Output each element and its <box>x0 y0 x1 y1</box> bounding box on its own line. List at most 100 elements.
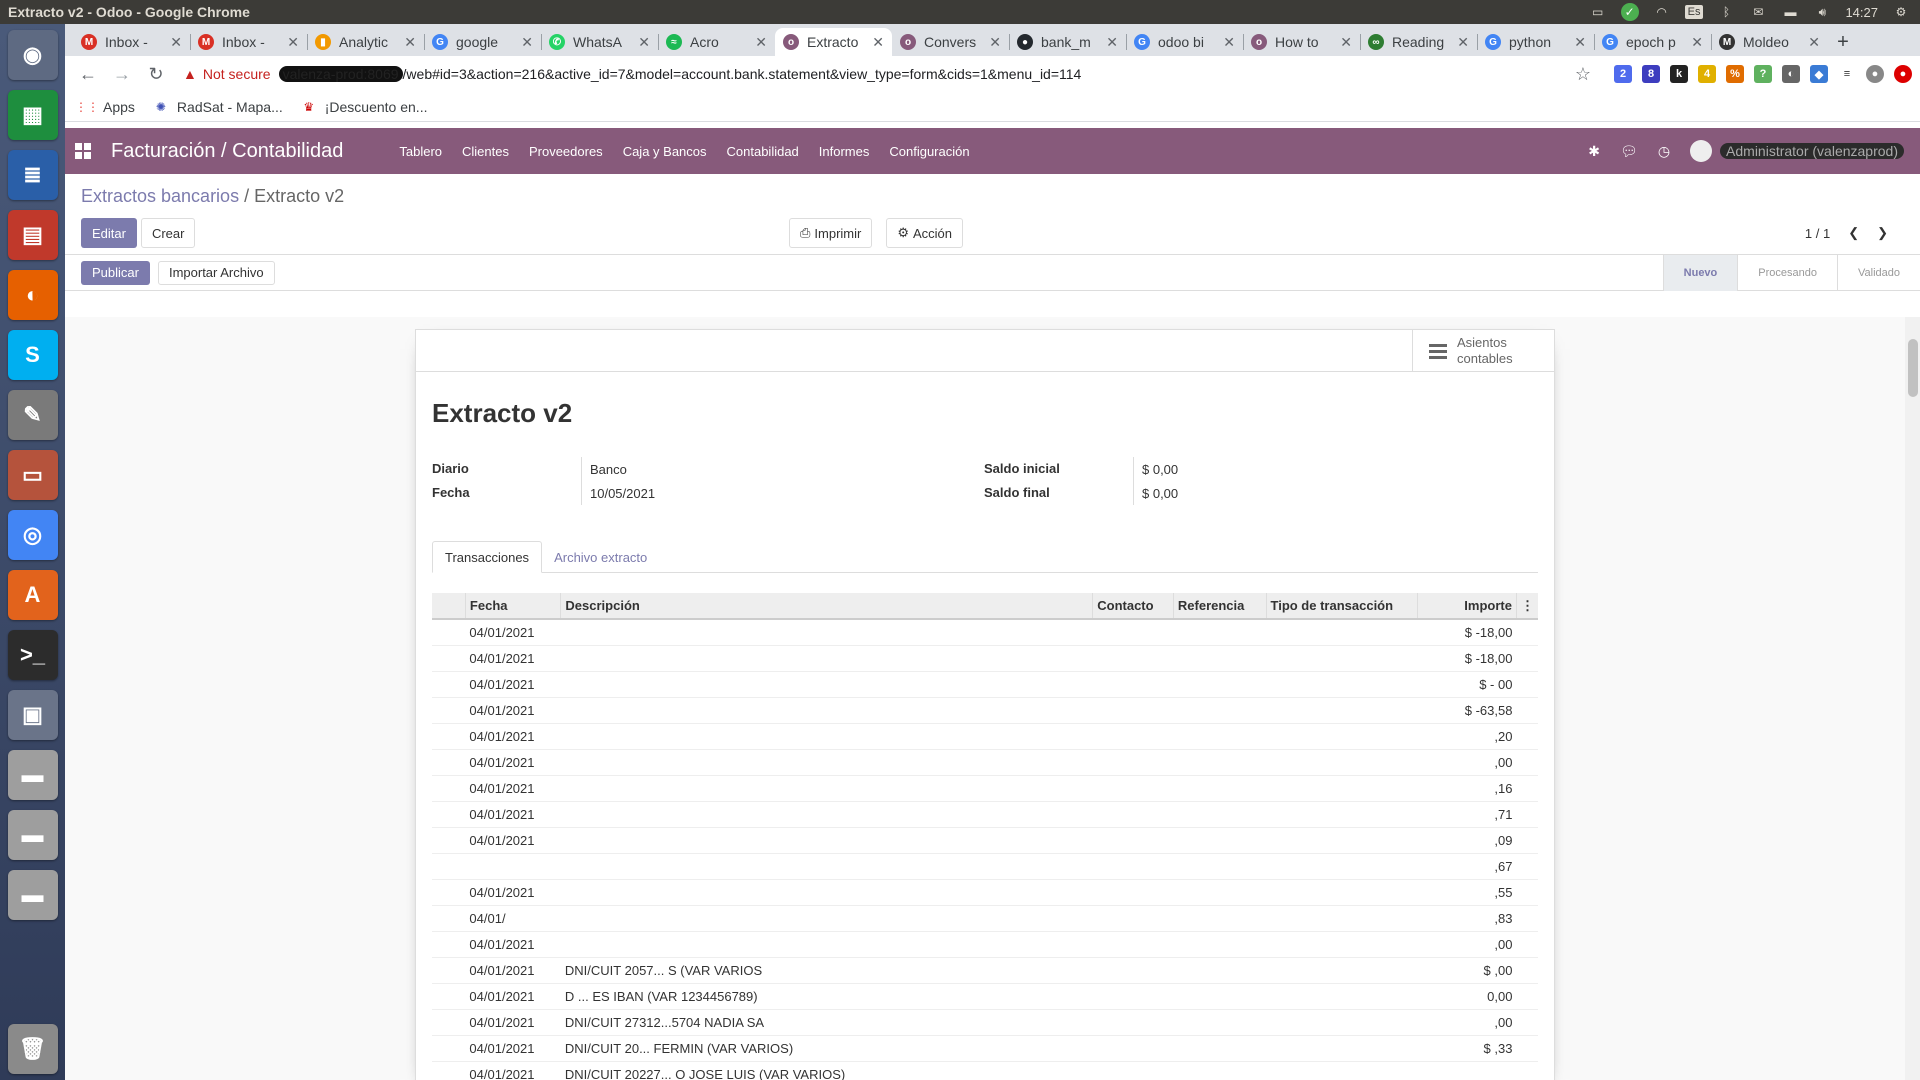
field-value[interactable]: 10/05/2021 <box>582 486 655 501</box>
extension-icon[interactable]: ◆ <box>1810 65 1828 83</box>
close-icon[interactable]: ✕ <box>989 34 1001 51</box>
main-menu-item[interactable]: Contabilidad <box>727 144 799 159</box>
table-row[interactable]: 04/01/2021 DNI/CUIT 20... FERMIN (VAR VAR… <box>432 1035 1538 1062</box>
table-row[interactable]: 04/01/2021 DNI/CUIT 27312...5704 NADIA SA… <box>432 1009 1538 1036</box>
import-file-button[interactable]: Importar Archivo <box>157 260 275 285</box>
table-row[interactable]: 04/01/2021 ,55 <box>432 879 1538 906</box>
browser-tab[interactable]: o How to ✕ <box>1243 28 1360 56</box>
bluetooth-icon[interactable]: ᛒ <box>1717 5 1735 19</box>
table-row[interactable]: 04/01/ ,83 <box>432 905 1538 932</box>
app-brand[interactable]: Facturación / Contabilidad <box>111 140 343 163</box>
dash-icon[interactable]: ◉ <box>7 30 58 80</box>
field-value[interactable]: $ 0,00 <box>1134 462 1178 477</box>
extension-icon[interactable]: 2 <box>1614 65 1632 83</box>
pager-previous-icon[interactable]: ❮ <box>1848 225 1859 241</box>
chrome-icon[interactable]: ◎ <box>7 510 58 560</box>
column-header-contact[interactable]: Contacto <box>1092 593 1174 620</box>
firefox-icon[interactable]: ◐ <box>7 270 58 320</box>
table-row[interactable]: 04/01/2021 $ -63,58 <box>432 697 1538 724</box>
main-menu-item[interactable]: Informes <box>819 144 870 159</box>
action-button[interactable]: ⚙ Acción <box>886 218 964 248</box>
column-header-transaction-type[interactable]: Tipo de transacción <box>1266 593 1418 620</box>
main-menu-item[interactable]: Clientes <box>462 144 509 159</box>
stage-nuevo[interactable]: Nuevo <box>1662 255 1738 291</box>
table-row[interactable]: 04/01/2021 DNI/CUIT 2057... S (VAR VARIOS… <box>432 957 1538 984</box>
terminal-icon[interactable]: >_ <box>7 630 58 680</box>
table-row[interactable]: 04/01/2021 ,00 <box>432 749 1538 776</box>
volume-icon[interactable]: 🔊︎ <box>1813 5 1831 19</box>
column-header-date[interactable]: Fecha <box>465 593 562 620</box>
stage-procesando[interactable]: Procesando <box>1737 255 1837 291</box>
browser-tab[interactable]: o Extracto ✕ <box>775 28 892 56</box>
bookmark-star-icon[interactable]: ☆ <box>1568 59 1598 89</box>
spreadsheet-app-icon[interactable]: ▦ <box>7 90 58 140</box>
update-badge-icon[interactable]: ● <box>1894 65 1912 83</box>
drive-icon[interactable]: ▬ <box>7 870 58 920</box>
scrollbar[interactable] <box>1905 317 1920 1080</box>
create-button[interactable]: Crear <box>140 218 196 248</box>
files-cabinet-icon[interactable]: ▭ <box>7 450 58 500</box>
user-menu[interactable]: Administrator (valenzaprod) <box>1690 140 1904 162</box>
impress-app-icon[interactable]: ▤ <box>7 210 58 260</box>
table-row[interactable]: 04/01/2021 ,00 <box>432 931 1538 958</box>
print-button[interactable]: ⎙ Imprimir <box>789 218 873 248</box>
address-bar[interactable]: ▲ Not secure valenza-prod:8069 /web#id=3… <box>183 60 1564 88</box>
pager-value[interactable]: 1 / 1 <box>1805 226 1830 241</box>
browser-tab[interactable]: ∞ Reading ✕ <box>1360 28 1477 56</box>
forward-icon[interactable]: → <box>107 59 137 89</box>
drive-icon[interactable]: ▬ <box>7 810 58 860</box>
post-button[interactable]: Publicar <box>81 260 150 285</box>
table-row[interactable]: 04/01/2021 ,20 <box>432 723 1538 750</box>
browser-tab[interactable]: Gpython ✕ <box>1477 28 1594 56</box>
browser-tab[interactable]: M Inbox - ✕ <box>190 28 307 56</box>
field-value[interactable]: $ 0,00 <box>1134 486 1178 501</box>
table-row[interactable]: 04/01/2021 DNI/CUIT 20227... O JOSE LUIS … <box>432 1061 1538 1080</box>
column-header-description[interactable]: Descripción <box>560 593 1094 620</box>
settings-gear-icon[interactable]: ⚙ <box>1892 5 1910 19</box>
close-icon[interactable]: ✕ <box>1808 34 1820 51</box>
battery-icon[interactable]: ▬ <box>1781 5 1799 19</box>
table-row[interactable]: 04/01/2021 ,71 <box>432 801 1538 828</box>
writer-app-icon[interactable]: ≣ <box>7 150 58 200</box>
browser-tab[interactable]: o Convers ✕ <box>892 28 1009 56</box>
close-icon[interactable]: ✕ <box>638 34 650 51</box>
main-menu-item[interactable]: Caja y Bancos <box>623 144 707 159</box>
field-value[interactable]: Banco <box>582 462 627 477</box>
close-icon[interactable]: ✕ <box>521 34 533 51</box>
journal-entries-smart-button[interactable]: Asientos contables <box>1412 330 1554 372</box>
close-icon[interactable]: ✕ <box>1574 34 1586 51</box>
extension-icon[interactable]: ? <box>1754 65 1772 83</box>
media-control-icon[interactable]: ≡ <box>1838 65 1856 83</box>
close-icon[interactable]: ✕ <box>170 34 182 51</box>
skype-icon[interactable]: S <box>7 330 58 380</box>
browser-tab[interactable]: M Moldeo ✕ <box>1711 28 1828 56</box>
drive-icon[interactable]: ▬ <box>7 750 58 800</box>
debug-bug-icon[interactable]: ✱ <box>1588 143 1600 160</box>
update-ok-icon[interactable]: ✓ <box>1620 3 1639 21</box>
display-icon[interactable]: ▭ <box>1589 5 1607 19</box>
tab-statement-file[interactable]: Archivo extracto <box>542 541 659 573</box>
bookmark-apps[interactable]: ⋮⋮ Apps <box>75 99 135 115</box>
pager-next-icon[interactable]: ❯ <box>1877 225 1888 241</box>
extension-icon[interactable]: 8 <box>1642 65 1660 83</box>
edit-button[interactable]: Editar <box>81 218 137 248</box>
close-icon[interactable]: ✕ <box>872 34 884 51</box>
main-menu-item[interactable]: Tablero <box>399 144 442 159</box>
trash-icon[interactable]: 🗑︎ <box>7 1024 58 1074</box>
browser-tab[interactable]: Godoo bi ✕ <box>1126 28 1243 56</box>
reload-icon[interactable]: ↻ <box>141 59 171 89</box>
breadcrumb-parent-link[interactable]: Extractos bancarios <box>81 186 239 206</box>
close-icon[interactable]: ✕ <box>1106 34 1118 51</box>
table-row[interactable]: 04/01/2021 ,09 <box>432 827 1538 854</box>
browser-tab[interactable]: Ggoogle ✕ <box>424 28 541 56</box>
extension-icon[interactable]: k <box>1670 65 1688 83</box>
scrollbar-thumb[interactable] <box>1908 339 1918 397</box>
profile-avatar-icon[interactable]: ● <box>1866 65 1884 83</box>
table-row[interactable]: 04/01/2021 $ -18,00 <box>432 619 1538 646</box>
extension-icon[interactable]: ◐ <box>1782 65 1800 83</box>
close-icon[interactable]: ✕ <box>1691 34 1703 51</box>
table-row[interactable]: 04/01/2021 $ -18,00 <box>432 645 1538 672</box>
browser-tab[interactable]: ▮ Analytic ✕ <box>307 28 424 56</box>
close-icon[interactable]: ✕ <box>755 34 767 51</box>
browser-tab[interactable]: M Inbox - ✕ <box>73 28 190 56</box>
